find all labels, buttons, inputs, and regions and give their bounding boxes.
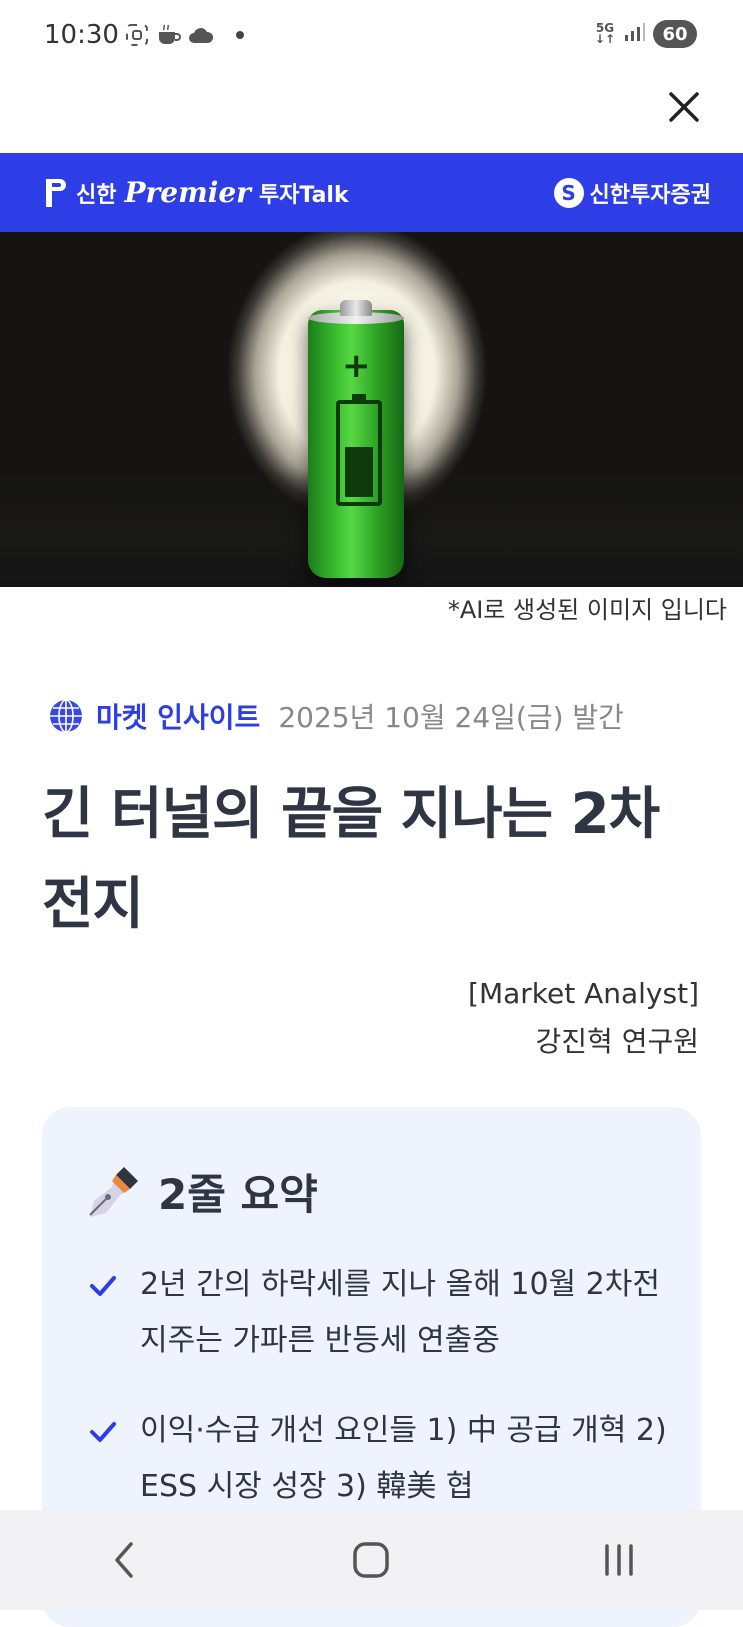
battery-plus-icon: +	[342, 346, 371, 386]
check-icon	[90, 1276, 116, 1296]
company-logo: S 신한투자증권	[553, 177, 711, 209]
system-navigation-bar	[0, 1510, 743, 1610]
article-meta: 마켓 인사이트 2025년 10월 24일(금) 발간	[48, 696, 624, 736]
close-button[interactable]	[663, 86, 705, 128]
close-icon	[669, 92, 699, 122]
top-action-bar	[0, 72, 743, 154]
brand-left: 신한 Premier 투자Talk	[42, 176, 349, 209]
notification-dot-icon	[236, 31, 244, 39]
image-caption: *AI로 생성된 이미지 입니다	[447, 596, 727, 624]
summary-item-text: 2년 간의 하락세를 지나 올해 10월 2차전지주는 가파른 반등세 연출중	[140, 1267, 660, 1358]
battery-cap	[340, 300, 372, 316]
summary-title: 2줄 요약	[158, 1170, 318, 1219]
list-item: 2년 간의 하락세를 지나 올해 10월 2차전지주는 가파른 반등세 연출중	[88, 1257, 668, 1369]
5g-icon: 5G ↓↑	[594, 21, 615, 46]
shinhan-premier-logo-icon	[46, 178, 66, 207]
brand-premier-text: Premier	[124, 176, 251, 209]
list-item: 이익·수급 개선 요인들 1) 中 공급 개혁 2) ESS 시장 성장 3) …	[88, 1403, 668, 1515]
author-block: [Market Analyst] 강진혁 연구원	[468, 970, 699, 1066]
status-left-icons	[124, 22, 244, 48]
back-button[interactable]	[84, 1530, 164, 1590]
summary-header: 2줄 요약	[84, 1161, 318, 1222]
category-label[interactable]: 마켓 인사이트	[96, 696, 260, 736]
cloud-icon	[188, 22, 214, 48]
check-icon	[90, 1422, 116, 1442]
hero-image: +	[0, 232, 743, 587]
brand-talk-text: 투자Talk	[258, 182, 349, 208]
summary-list: 2년 간의 하락세를 지나 올해 10월 2차전지주는 가파른 반등세 연출중 …	[88, 1257, 668, 1549]
coffee-icon	[156, 22, 182, 48]
summary-item-text: 이익·수급 개선 요인들 1) 中 공급 개혁 2) ESS 시장 성장 3) …	[140, 1413, 667, 1504]
fountain-pen-icon	[89, 1166, 138, 1217]
author-name: 강진혁 연구원	[535, 1025, 699, 1058]
publish-date: 2025년 10월 24일(금) 발간	[278, 701, 624, 734]
status-time: 10:30	[44, 20, 119, 50]
battery-level-icon	[336, 394, 382, 506]
battery-icon: 60	[653, 20, 697, 48]
author-role: [Market Analyst]	[468, 977, 699, 1010]
recents-button[interactable]	[579, 1530, 659, 1590]
recents-icon	[605, 1544, 633, 1576]
chevron-left-icon	[115, 1542, 133, 1578]
home-button[interactable]	[331, 1530, 411, 1590]
company-name: 신한투자증권	[589, 182, 711, 208]
globe-icon	[50, 699, 82, 733]
signal-icon	[623, 21, 645, 47]
shinhan-s-logo-icon: S	[553, 177, 584, 208]
home-square-icon	[353, 1542, 390, 1578]
brand-header: 신한 Premier 투자Talk S 신한투자증권	[0, 153, 743, 232]
status-right-icons: 5G ↓↑ 60	[595, 20, 697, 48]
screenshot-icon	[124, 22, 150, 48]
brand-shinhan-text: 신한	[76, 182, 117, 208]
article-title: 긴 터널의 끝을 지나는 2차 전지	[42, 782, 660, 937]
status-bar: 10:30 5G ↓↑ 60	[0, 0, 743, 72]
